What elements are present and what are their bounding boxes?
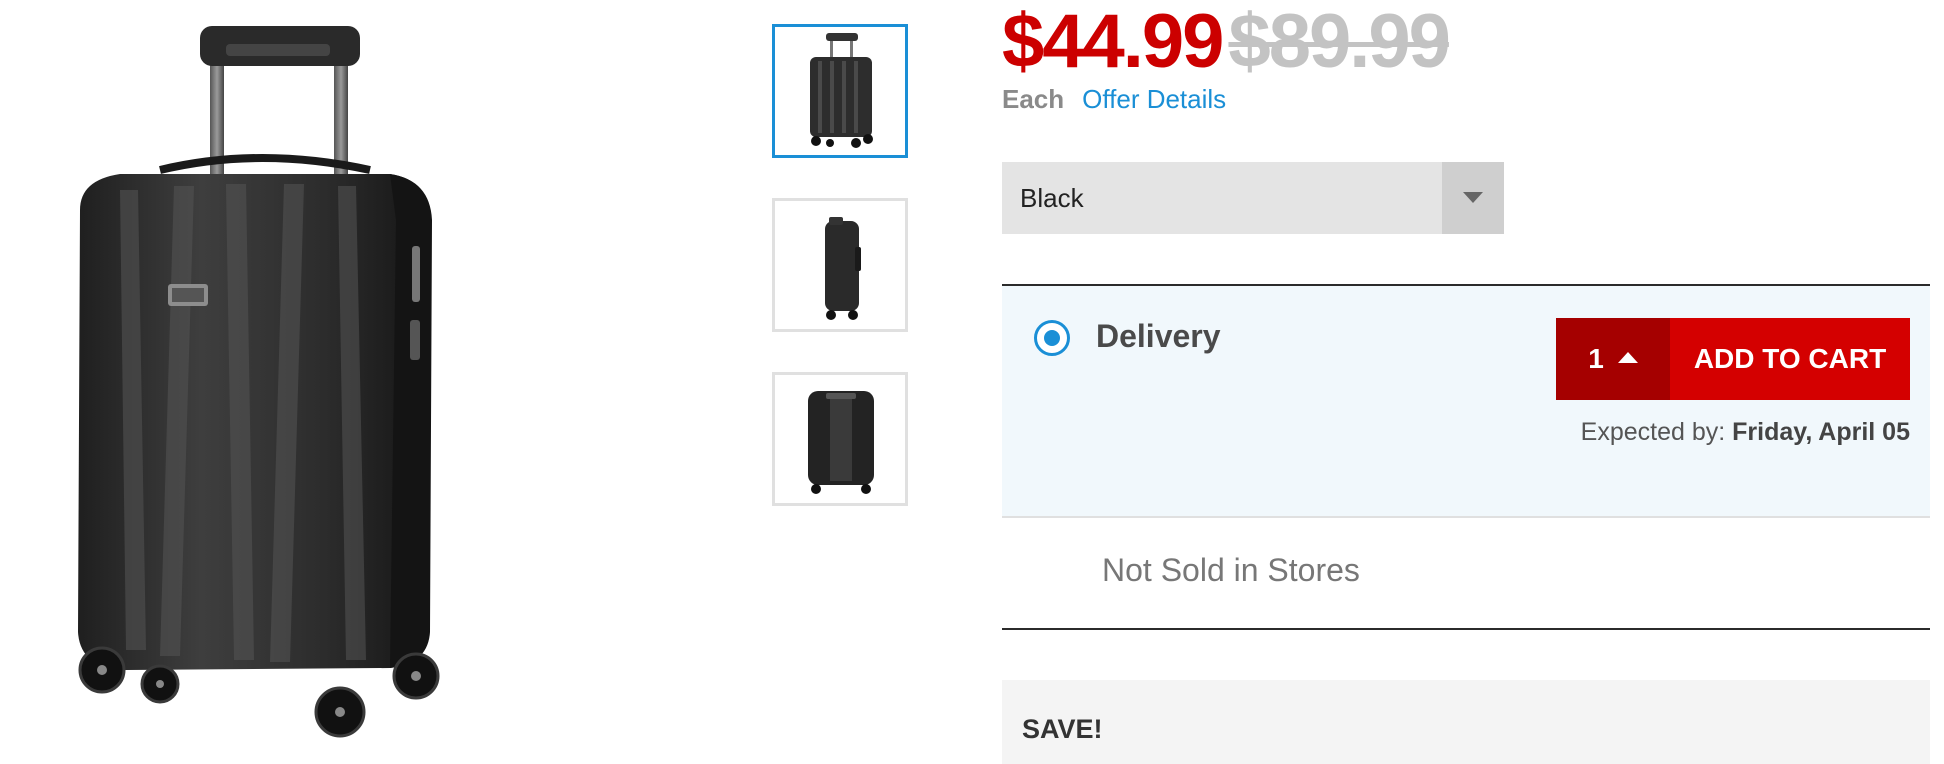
expected-date: Friday, April 05 xyxy=(1732,418,1910,446)
add-to-cart-button[interactable]: ADD TO CART xyxy=(1670,318,1910,400)
chevron-down-icon[interactable] xyxy=(1442,162,1504,234)
unit-row: Each Offer Details xyxy=(1002,84,1226,114)
offer-details-link[interactable]: Offer Details xyxy=(1082,84,1226,115)
unit-label: Each xyxy=(1002,83,1065,114)
delivery-label: Delivery xyxy=(1096,318,1221,354)
product-main-image[interactable] xyxy=(50,20,460,740)
expected-delivery: Expected by: Friday, April 05 xyxy=(1400,418,1910,447)
original-price: $89.99 xyxy=(1228,0,1450,84)
suitcase-side-thumbnail-image xyxy=(825,217,861,320)
delivery-radio[interactable] xyxy=(1034,320,1070,356)
thumbnail-back[interactable] xyxy=(772,372,908,506)
thumbnail-side[interactable] xyxy=(772,198,908,332)
expected-label: Expected by: xyxy=(1580,418,1733,446)
price-row: $44.99 $89.99 xyxy=(1002,0,1451,84)
suitcase-front-thumbnail-image xyxy=(810,33,873,148)
divider xyxy=(1002,628,1930,630)
caret-up-icon xyxy=(1617,350,1638,368)
color-select-value: Black xyxy=(1020,182,1084,213)
save-promo-title: SAVE! xyxy=(1022,714,1103,744)
quantity-selector[interactable]: 1 xyxy=(1556,318,1670,400)
radio-selected-dot xyxy=(1044,330,1060,346)
suitcase-back-thumbnail-image xyxy=(808,391,874,494)
store-availability-text: Not Sold in Stores xyxy=(1102,552,1360,588)
save-promo-box xyxy=(1002,680,1930,764)
divider xyxy=(1002,516,1930,518)
color-select[interactable]: Black xyxy=(1002,162,1504,234)
thumbnail-front[interactable] xyxy=(772,24,908,158)
quantity-value: 1 xyxy=(1588,343,1604,374)
sale-price: $44.99 xyxy=(1002,0,1224,84)
